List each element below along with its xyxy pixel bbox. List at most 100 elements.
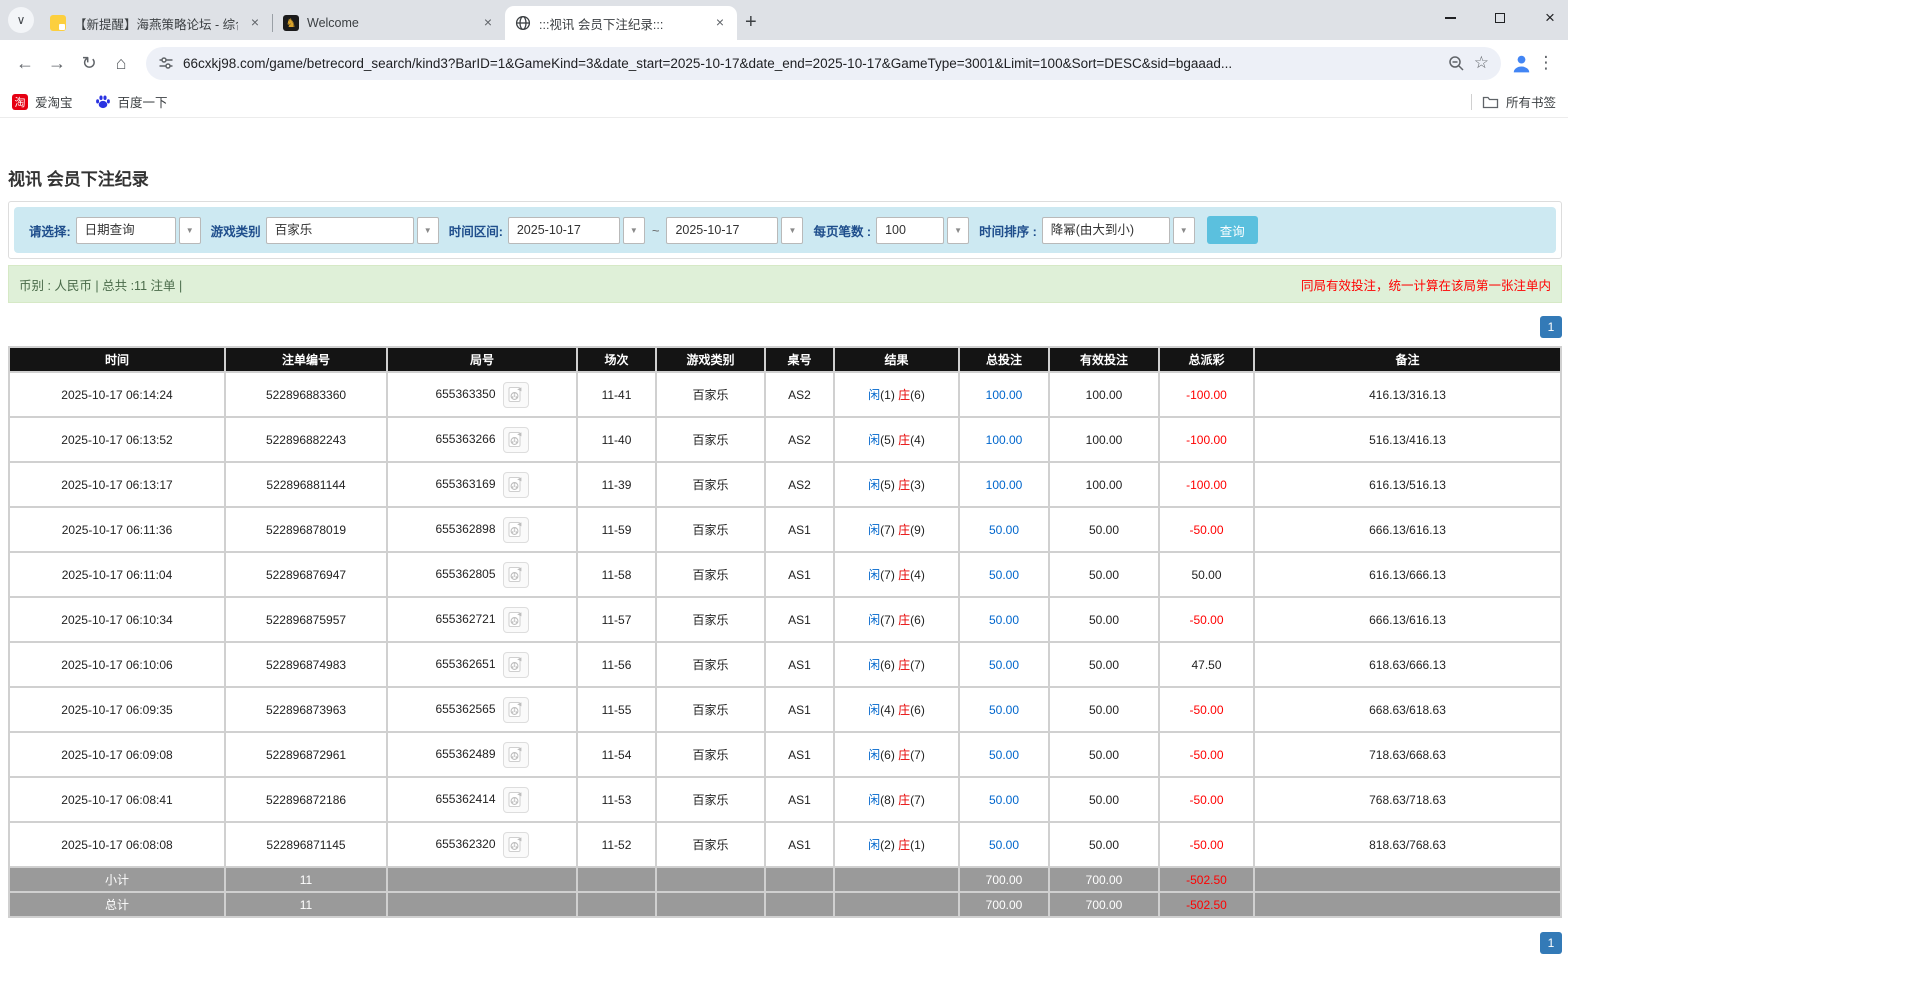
minimize-button[interactable]: [1442, 10, 1458, 26]
cell-result: 闲(6) 庄(7): [835, 643, 958, 686]
search-button[interactable]: 查询: [1207, 216, 1258, 244]
dropdown-arrow-icon[interactable]: ▼: [1173, 217, 1195, 244]
summary-empty-cell: [388, 868, 576, 891]
bookmark-star-icon[interactable]: ☆: [1474, 53, 1489, 73]
tab-bet-records-active[interactable]: :::视讯 会员下注纪录::: ×: [505, 6, 737, 40]
cell-round-number: 655362414: [388, 778, 576, 821]
back-button[interactable]: ←: [10, 53, 40, 74]
dropdown-arrow-icon[interactable]: ▼: [781, 217, 803, 244]
total-bet-link[interactable]: 100.00: [986, 433, 1023, 447]
video-replay-button[interactable]: [503, 832, 529, 858]
cell-table-number: AS1: [766, 733, 833, 776]
cell-bet-number: 522896873963: [226, 688, 386, 731]
sort-select[interactable]: 降幂(由大到小) ▼: [1042, 217, 1195, 244]
cell-total-bet[interactable]: 50.00: [960, 778, 1048, 821]
query-type-select[interactable]: 日期查询 ▼: [76, 217, 201, 244]
result-player-count: (8): [880, 793, 898, 807]
video-replay-button[interactable]: [503, 652, 529, 678]
cell-total-bet[interactable]: 100.00: [960, 373, 1048, 416]
cell-total-bet[interactable]: 50.00: [960, 823, 1048, 866]
browser-menu-button[interactable]: ⋮: [1534, 53, 1558, 73]
total-bet-link[interactable]: 50.00: [989, 613, 1019, 627]
cell-valid-bet: 100.00: [1050, 373, 1158, 416]
cell-total-bet[interactable]: 50.00: [960, 733, 1048, 776]
summary-label: 总计: [10, 893, 224, 916]
per-page-value[interactable]: 100: [876, 217, 944, 244]
date-end-select[interactable]: 2025-10-17 ▼: [666, 217, 803, 244]
dropdown-arrow-icon[interactable]: ▼: [417, 217, 439, 244]
column-header-5: 桌号: [766, 348, 833, 371]
video-replay-button[interactable]: [503, 607, 529, 633]
address-bar[interactable]: 66cxkj98.com/game/betrecord_search/kind3…: [146, 47, 1501, 80]
video-replay-button[interactable]: [503, 382, 529, 408]
total-bet-link[interactable]: 50.00: [989, 703, 1019, 717]
result-player: 闲: [868, 658, 880, 672]
cell-session: 11-55: [578, 688, 655, 731]
video-replay-button[interactable]: [503, 562, 529, 588]
tab-close-icon[interactable]: ×: [711, 14, 729, 32]
zoom-icon[interactable]: [1448, 55, 1465, 72]
profile-avatar[interactable]: [1511, 53, 1532, 74]
forward-button[interactable]: →: [42, 53, 72, 74]
all-bookmarks-button[interactable]: 所有书签: [1482, 92, 1556, 111]
dropdown-arrow-icon[interactable]: ▼: [179, 217, 201, 244]
tab-forum[interactable]: 【新提醒】海燕策略论坛 - 综合 ×: [40, 6, 272, 40]
pagination-page-1-bottom[interactable]: 1: [1540, 932, 1562, 954]
site-settings-icon[interactable]: [158, 55, 174, 71]
cell-total-bet[interactable]: 50.00: [960, 553, 1048, 596]
url-text[interactable]: 66cxkj98.com/game/betrecord_search/kind3…: [183, 56, 1439, 71]
cell-table-number: AS2: [766, 373, 833, 416]
cell-total-bet[interactable]: 50.00: [960, 643, 1048, 686]
maximize-button[interactable]: [1492, 10, 1508, 26]
result-banker-count: (4): [910, 433, 925, 447]
cell-result: 闲(8) 庄(7): [835, 778, 958, 821]
film-replay-icon: [508, 656, 523, 673]
cell-game-category: 百家乐: [657, 598, 764, 641]
cell-total-bet[interactable]: 50.00: [960, 508, 1048, 551]
filter-panel: 请选择: 日期查询 ▼ 游戏类别 百家乐 ▼ 时间区间: 2025-10-17 …: [8, 201, 1562, 259]
tab-welcome[interactable]: ♞ Welcome ×: [273, 6, 505, 40]
cell-result: 闲(2) 庄(1): [835, 823, 958, 866]
game-category-select[interactable]: 百家乐 ▼: [266, 217, 439, 244]
sort-value[interactable]: 降幂(由大到小): [1042, 217, 1170, 244]
dropdown-arrow-icon[interactable]: ▼: [947, 217, 969, 244]
tab-close-icon[interactable]: ×: [479, 14, 497, 32]
video-replay-button[interactable]: [503, 787, 529, 813]
cell-total-bet[interactable]: 100.00: [960, 463, 1048, 506]
total-bet-link[interactable]: 50.00: [989, 793, 1019, 807]
cell-time: 2025-10-17 06:13:52: [10, 418, 224, 461]
tab-search-button[interactable]: ∨: [8, 7, 34, 33]
tab-close-icon[interactable]: ×: [246, 14, 264, 32]
query-type-value[interactable]: 日期查询: [76, 217, 176, 244]
total-bet-link[interactable]: 100.00: [986, 478, 1023, 492]
close-button[interactable]: ×: [1542, 10, 1558, 26]
total-bet-link[interactable]: 50.00: [989, 658, 1019, 672]
reload-button[interactable]: ↻: [74, 53, 104, 74]
total-bet-link[interactable]: 50.00: [989, 568, 1019, 582]
date-start-select[interactable]: 2025-10-17 ▼: [508, 217, 645, 244]
result-player-count: (5): [880, 433, 898, 447]
bookmark-taobao[interactable]: 淘 爱淘宝: [12, 92, 73, 111]
total-bet-link[interactable]: 100.00: [986, 388, 1023, 402]
video-replay-button[interactable]: [503, 427, 529, 453]
cell-total-bet[interactable]: 50.00: [960, 598, 1048, 641]
pagination-page-1-top[interactable]: 1: [1540, 316, 1562, 338]
total-bet-link[interactable]: 50.00: [989, 523, 1019, 537]
dropdown-arrow-icon[interactable]: ▼: [623, 217, 645, 244]
video-replay-button[interactable]: [503, 742, 529, 768]
video-replay-button[interactable]: [503, 517, 529, 543]
video-replay-button[interactable]: [503, 697, 529, 723]
cell-total-bet[interactable]: 50.00: [960, 688, 1048, 731]
total-bet-link[interactable]: 50.00: [989, 748, 1019, 762]
date-end-value[interactable]: 2025-10-17: [666, 217, 778, 244]
game-category-value[interactable]: 百家乐: [266, 217, 414, 244]
home-button[interactable]: ⌂: [106, 53, 136, 74]
new-tab-button[interactable]: +: [745, 12, 757, 32]
per-page-select[interactable]: 100 ▼: [876, 217, 969, 244]
total-bet-link[interactable]: 50.00: [989, 838, 1019, 852]
bookmark-baidu[interactable]: 百度一下: [95, 92, 168, 111]
date-start-value[interactable]: 2025-10-17: [508, 217, 620, 244]
video-replay-button[interactable]: [503, 472, 529, 498]
subtotal-row: 小计11700.00700.00-502.50: [10, 868, 1560, 891]
cell-total-bet[interactable]: 100.00: [960, 418, 1048, 461]
